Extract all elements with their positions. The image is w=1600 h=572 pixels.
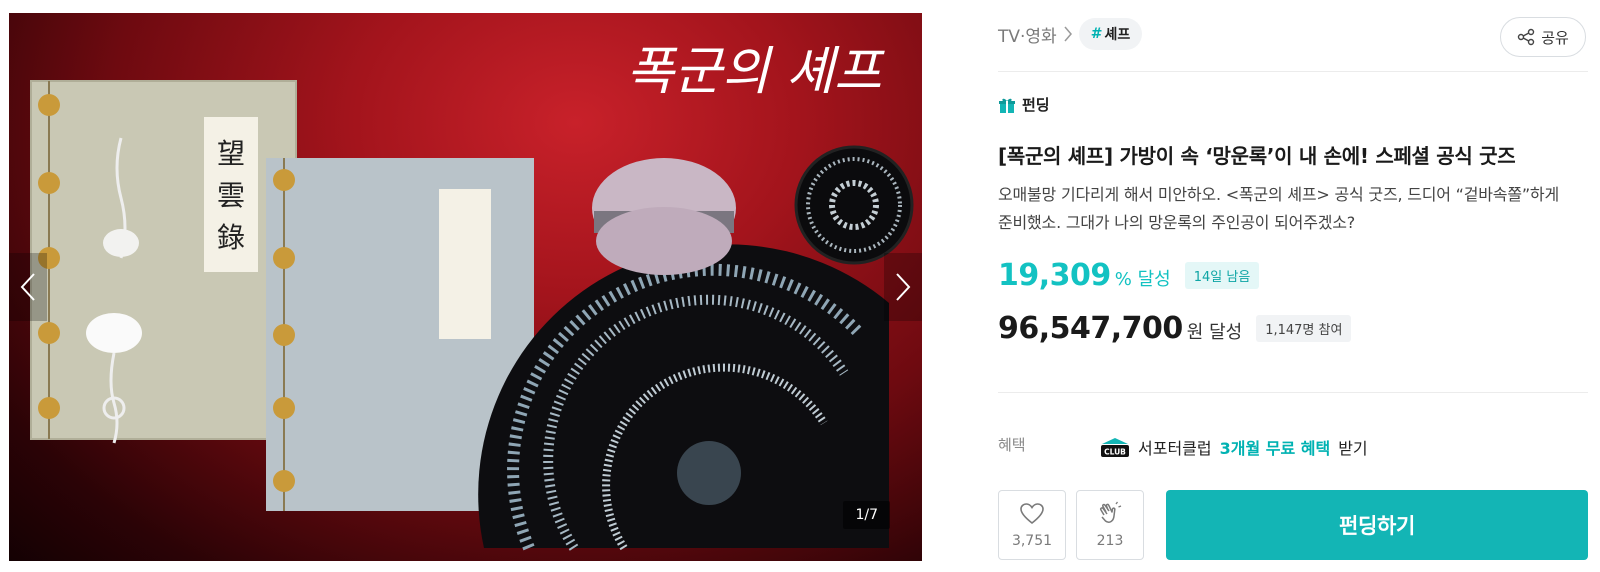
svg-text:폭군의 셰프: 폭군의 셰프: [626, 42, 885, 102]
project-type-label: 펀딩: [1022, 96, 1050, 114]
chevron-left-icon: [20, 273, 35, 301]
gift-icon: [999, 98, 1015, 113]
chevron-right-icon: [1063, 25, 1073, 43]
divider: [998, 392, 1588, 393]
benefit-label: 혜택: [998, 436, 1026, 454]
benefit-prefix: 서포터클럽: [1138, 439, 1212, 458]
breadcrumb: TV·영화 # 셰프: [998, 18, 1143, 50]
achievement-rate-value: 19,309: [998, 258, 1111, 293]
chevron-right-icon: [896, 273, 911, 301]
like-count: 3,751: [1011, 533, 1053, 549]
share-label: 공유: [1541, 28, 1569, 47]
drama-logo: 폭군의 셰프: [626, 42, 885, 102]
cheer-count: 213: [1096, 533, 1124, 549]
share-button[interactable]: 공유: [1500, 17, 1586, 57]
club-icon: CLUB: [1101, 438, 1129, 457]
project-title: [폭군의 셰프] 가방이 속 ‘망운록’이 내 손에! 스페셜 공식 굿즈: [998, 144, 1516, 168]
days-left-badge: 14일 남음: [1184, 262, 1260, 289]
participants-badge: 1,147명 참여: [1256, 315, 1352, 342]
fund-button[interactable]: 펀딩하기: [1166, 490, 1588, 560]
benefit-suffix: 받기: [1338, 439, 1368, 458]
slide-counter: 1/7: [843, 501, 890, 529]
svg-text:CLUB: CLUB: [1104, 448, 1126, 457]
like-button[interactable]: 3,751: [998, 490, 1066, 560]
funding-amount: 96,547,700 원 달성 1,147명 참여: [998, 311, 1352, 346]
project-summary: 오매불망 기다리게 해서 미안하오. <폭군의 셰프> 공식 굿즈, 드디어 “…: [998, 185, 1559, 232]
share-icon: [1517, 28, 1535, 46]
achievement-rate-unit: % 달성: [1114, 269, 1171, 290]
benefit-accent: 3개월 무료 혜택: [1219, 439, 1331, 458]
breadcrumb-tag[interactable]: # 셰프: [1078, 18, 1143, 50]
gallery-prev-button[interactable]: [9, 253, 47, 321]
project-detail: TV·영화 # 셰프 공유 펀딩 [폭군의 셰프] 가방이 속 ‘망운록’이 내…: [998, 0, 1588, 572]
gallery-next-button[interactable]: [884, 253, 922, 321]
cheer-button[interactable]: 213: [1076, 490, 1144, 560]
clap-icon: [1100, 501, 1122, 523]
funding-amount-unit: 원 달성: [1186, 322, 1243, 343]
macaron: [592, 158, 736, 275]
project-type-badge: 펀딩: [998, 94, 1050, 115]
supporter-club-benefit[interactable]: CLUB 서포터클럽 3개월 무료 혜택 받기: [1100, 435, 1368, 459]
funding-amount-value: 96,547,700: [998, 311, 1183, 346]
mother-of-pearl-fan: [478, 244, 889, 551]
breadcrumb-tag-label: 셰프: [1104, 27, 1131, 43]
scroll-char-1: 望: [217, 137, 245, 170]
mangunrok-book-back: [30, 80, 297, 440]
heart-icon: [1020, 503, 1044, 525]
hash-icon: #: [1090, 26, 1103, 42]
product-image-gallery[interactable]: 望 雲 錄 폭군의 셰프 1/7: [9, 13, 922, 561]
scroll-char-2: 雲: [217, 179, 245, 212]
coaster: [794, 145, 914, 265]
breadcrumb-category[interactable]: TV·영화: [998, 22, 1057, 47]
achievement-rate: 19,309 % 달성 14일 남음: [998, 258, 1260, 293]
divider: [998, 71, 1588, 72]
scroll-char-3: 錄: [217, 221, 245, 254]
